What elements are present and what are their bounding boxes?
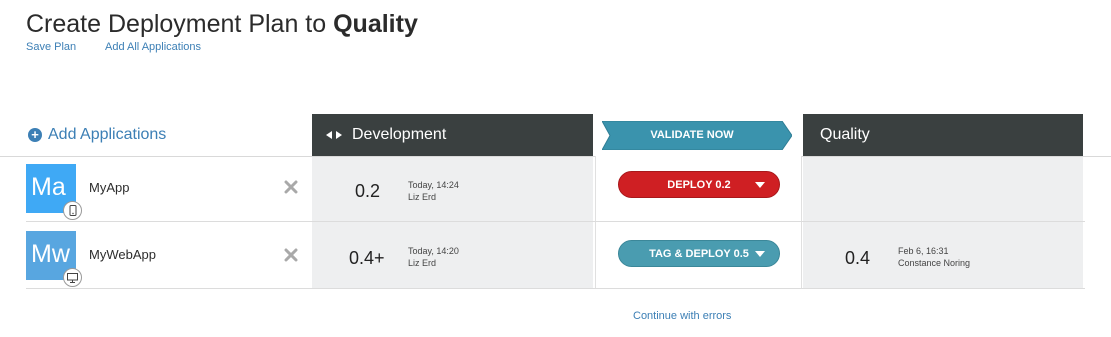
- swap-arrows-icon[interactable]: [326, 130, 342, 140]
- tag-deploy-label-mywebapp: TAG & DEPLOY 0.5: [649, 247, 749, 260]
- qa-version-mywebapp: 0.4: [845, 248, 871, 268]
- quality-header: Quality: [803, 114, 1083, 156]
- qa-user-mywebapp: Constance Noring: [898, 258, 971, 268]
- add-applications-button[interactable]: + Add Applications: [28, 126, 166, 144]
- dev-version-myapp: 0.2: [355, 181, 381, 201]
- save-plan-link[interactable]: Save Plan: [26, 41, 76, 53]
- chevron-down-icon: [755, 251, 765, 257]
- row-divider: [26, 288, 1085, 289]
- dev-version-mywebapp: 0.4+: [349, 248, 385, 268]
- page-title: Create Deployment Plan to Quality: [26, 10, 418, 39]
- validate-now-label: VALIDATE NOW: [650, 129, 734, 141]
- qa-meta-mywebapp: Feb 6, 16:31 Constance Noring: [898, 245, 970, 269]
- continue-with-errors-link[interactable]: Continue with errors: [633, 310, 731, 322]
- page-title-prefix: Create Deployment Plan to: [26, 10, 334, 38]
- chevron-down-icon: [755, 182, 765, 188]
- development-header: Development: [312, 114, 593, 156]
- development-title: Development: [352, 126, 447, 143]
- desktop-icon: [63, 268, 82, 287]
- app-name-mywebapp: MyWebApp: [89, 247, 156, 262]
- deploy-label-myapp: DEPLOY 0.2: [667, 178, 731, 191]
- row-divider: [26, 221, 1085, 222]
- add-all-applications-link[interactable]: Add All Applications: [105, 41, 201, 53]
- dev-meta-myapp: Today, 14:24 Liz Erd: [408, 179, 459, 203]
- remove-myapp-icon[interactable]: [284, 180, 298, 194]
- deploy-button-myapp[interactable]: DEPLOY 0.2: [618, 171, 780, 198]
- tag-deploy-button-mywebapp[interactable]: TAG & DEPLOY 0.5: [618, 240, 780, 267]
- dev-time-myapp: Today, 14:24: [408, 180, 459, 190]
- qa-time-mywebapp: Feb 6, 16:31: [898, 246, 949, 256]
- plus-circle-icon: +: [28, 128, 42, 142]
- app-name-myapp: MyApp: [89, 180, 130, 195]
- dev-meta-mywebapp: Today, 14:20 Liz Erd: [408, 245, 459, 269]
- mobile-icon: [63, 201, 82, 220]
- dev-time-mywebapp: Today, 14:20: [408, 246, 459, 256]
- header-divider: [0, 156, 1111, 157]
- validate-now-button[interactable]: VALIDATE NOW: [602, 121, 792, 150]
- quality-title: Quality: [820, 126, 870, 143]
- page-title-target: Quality: [333, 10, 418, 38]
- dev-user-mywebapp: Liz Erd: [408, 258, 437, 268]
- dev-user-myapp: Liz Erd: [408, 192, 437, 202]
- add-applications-label: Add Applications: [48, 126, 167, 143]
- remove-mywebapp-icon[interactable]: [284, 248, 298, 262]
